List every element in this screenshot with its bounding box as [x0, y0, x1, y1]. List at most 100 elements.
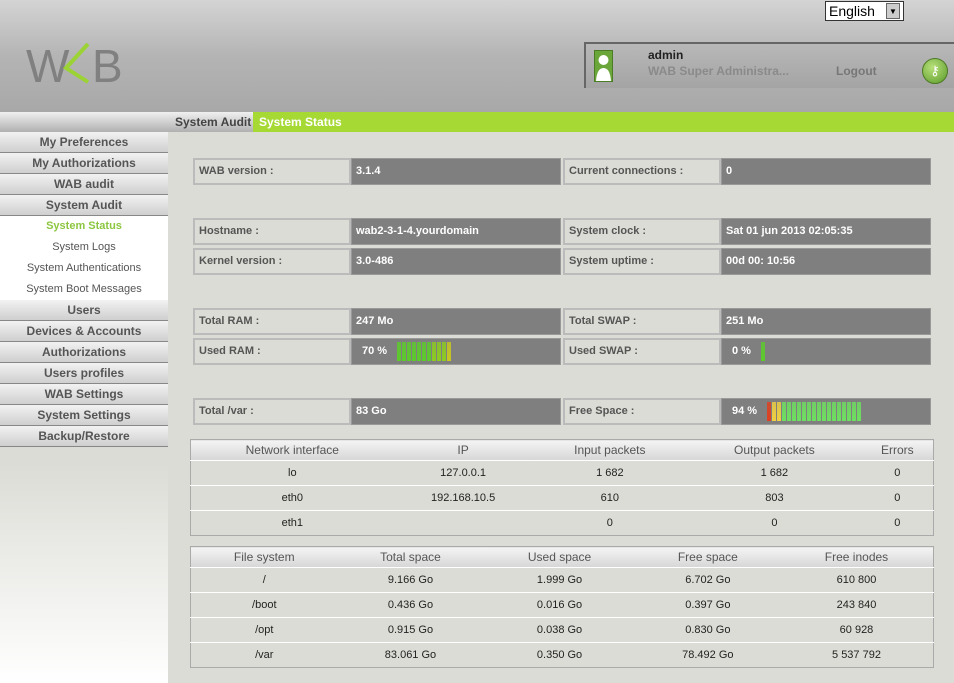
table-row: /opt 0.915 Go 0.038 Go 0.830 Go 60 928: [190, 617, 934, 643]
clock-row: System clock : Sat 01 jun 2013 02:05:35: [563, 218, 931, 245]
column-header: Free inodes: [779, 546, 934, 568]
meter-segment: [447, 342, 452, 361]
column-header: File system: [190, 546, 338, 568]
sidebar-item-users[interactable]: Users: [0, 300, 168, 321]
meter-segment: [792, 402, 797, 421]
label: Hostname :: [193, 218, 351, 245]
label: Total SWAP :: [563, 308, 721, 335]
meter-segment: [422, 342, 427, 361]
value: 0: [721, 158, 931, 185]
meter-segment: [767, 402, 772, 421]
meter-segment: [782, 402, 787, 421]
table-cell: 0: [687, 510, 862, 536]
sidebar-item-my-authorizations[interactable]: My Authorizations: [0, 153, 168, 174]
column-header: Used space: [483, 546, 636, 568]
table-cell: 610: [532, 485, 688, 511]
sidebar: My Preferences My Authorizations WAB audit…: [0, 132, 168, 683]
table-cell: 1 682: [687, 460, 862, 486]
table-row: /9.166 Go 1.999 Go 6.702 Go 610 800: [190, 567, 934, 593]
column-header: Total space: [337, 546, 484, 568]
chevron-down-icon[interactable]: ▼: [886, 3, 900, 19]
sidebar-item-authorizations[interactable]: Authorizations: [0, 342, 168, 363]
used-ram-row: Used RAM : 70 %: [193, 338, 561, 365]
meter-segment: [772, 402, 777, 421]
svg-text:B: B: [92, 40, 123, 86]
table-cell: 0: [532, 510, 688, 536]
column-header: Output packets: [687, 439, 862, 461]
table-cell: 0: [861, 510, 934, 536]
sidebar-item-system-authentications[interactable]: System Authentications: [0, 258, 168, 279]
table-cell: lo: [190, 460, 394, 486]
language-select[interactable]: English ▼: [825, 1, 904, 21]
sidebar-item-system-logs[interactable]: System Logs: [0, 237, 168, 258]
sidebar-item-wab-settings[interactable]: WAB Settings: [0, 384, 168, 405]
label: Total /var :: [193, 398, 351, 425]
table-row: eth0 192.168.10.5 610 803 0: [190, 485, 934, 511]
table-header: Network interface IP Input packets Output p…: [190, 439, 934, 461]
meter-segment: [797, 402, 802, 421]
meter-segment: [437, 342, 442, 361]
sidebar-item-backup-restore[interactable]: Backup/Restore: [0, 426, 168, 447]
table-cell: 78.492 Go: [635, 642, 780, 668]
used-swap-row: Used SWAP : 0 %: [563, 338, 931, 365]
label: System clock :: [563, 218, 721, 245]
sidebar-item-system-audit[interactable]: System Audit: [0, 195, 168, 216]
meter-segment: [777, 402, 782, 421]
meter-segment: [837, 402, 842, 421]
sidebar-item-system-status[interactable]: System Status: [0, 216, 168, 237]
logout-link[interactable]: Logout: [836, 64, 877, 78]
svg-text:W: W: [26, 40, 70, 86]
table-cell: 0.436 Go: [337, 592, 484, 618]
column-header: Errors: [861, 439, 934, 461]
table-cell: /boot: [190, 592, 338, 618]
column-header: Free space: [635, 546, 780, 568]
value: Sat 01 jun 2013 02:05:35: [721, 218, 931, 245]
column-header: Input packets: [532, 439, 688, 461]
user-panel: admin WAB Super Administra... Logout ⚷: [584, 42, 954, 88]
table-cell: eth0: [190, 485, 394, 511]
meter-segment: [857, 402, 862, 421]
meter-segment: [402, 342, 407, 361]
uptime-row: System uptime :00d 00: 10:56: [563, 248, 931, 275]
meter-segment: [852, 402, 857, 421]
swap-meter: [760, 342, 765, 361]
label: Current connections :: [563, 158, 721, 185]
sidebar-item-devices-accounts[interactable]: Devices & Accounts: [0, 321, 168, 342]
value: 247 Mo: [351, 308, 561, 335]
table-cell: 60 928: [779, 617, 934, 643]
value: 94 %: [732, 405, 758, 417]
meter-segment: [847, 402, 852, 421]
user-role: WAB Super Administra...: [648, 64, 789, 78]
meter-segment: [787, 402, 792, 421]
sidebar-item-system-boot-messages[interactable]: System Boot Messages: [0, 279, 168, 300]
table-row: lo 127.0.0.1 1 682 1 682 0: [190, 460, 934, 486]
free-space-meter: [767, 402, 862, 421]
meter-segment: [817, 402, 822, 421]
user-name: admin: [648, 48, 684, 62]
table-cell: 192.168.10.5: [393, 485, 533, 511]
sidebar-item-users-profiles[interactable]: Users profiles: [0, 363, 168, 384]
table-cell: /: [190, 567, 338, 593]
table-cell: 0.016 Go: [483, 592, 636, 618]
meter-segment: [832, 402, 837, 421]
label: Total RAM :: [193, 308, 351, 335]
free-space-row: Free Space : 94 %: [563, 398, 931, 425]
table-cell: 5 537 792: [779, 642, 934, 668]
table-cell: eth1: [190, 510, 394, 536]
value: 83 Go: [351, 398, 561, 425]
key-icon[interactable]: ⚷: [922, 58, 948, 84]
table-cell: 0.915 Go: [337, 617, 484, 643]
user-avatar-icon: [594, 50, 613, 82]
breadcrumb-system-audit[interactable]: System Audit: [172, 112, 254, 132]
sidebar-item-system-settings[interactable]: System Settings: [0, 405, 168, 426]
total-var-row: Total /var :83 Go: [193, 398, 561, 425]
sidebar-item-wab-audit[interactable]: WAB audit: [0, 174, 168, 195]
sidebar-item-my-preferences[interactable]: My Preferences: [0, 132, 168, 153]
meter-segment: [827, 402, 832, 421]
value: 00d 00: 10:56: [721, 248, 931, 275]
breadcrumb: System Audit System Status: [0, 112, 954, 132]
table-header: File system Total space Used space Free spa…: [190, 546, 934, 568]
table-cell: 83.061 Go: [337, 642, 484, 668]
table-cell: 0: [861, 460, 934, 486]
table-cell: 0.830 Go: [635, 617, 780, 643]
